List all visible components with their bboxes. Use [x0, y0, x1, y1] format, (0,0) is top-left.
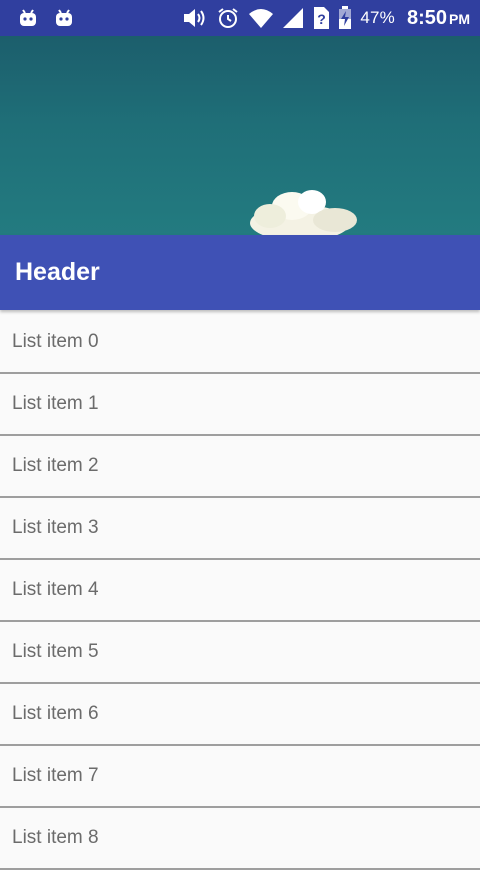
list-item[interactable]: List item 5	[0, 622, 480, 684]
header-title: Header	[15, 258, 100, 286]
status-right-icons: ? 47% 8:50 PM	[182, 6, 480, 30]
clock: 8:50 PM	[407, 7, 470, 30]
list-item-label: List item 7	[12, 765, 99, 786]
list-item-label: List item 3	[12, 517, 99, 538]
list-item[interactable]: List item 8	[0, 808, 480, 870]
alarm-icon	[216, 6, 240, 30]
list-item-label: List item 6	[12, 703, 99, 724]
list-item-label: List item 1	[12, 393, 99, 414]
list-item[interactable]: List item 6	[0, 684, 480, 746]
list-item[interactable]: List item 1	[0, 374, 480, 436]
status-bar: ? 47% 8:50 PM	[0, 0, 480, 36]
svg-text:?: ?	[318, 11, 327, 27]
list-item[interactable]: List item 0	[0, 312, 480, 374]
no-sim-icon: ?	[312, 6, 330, 30]
list-item[interactable]: List item 2	[0, 436, 480, 498]
battery-charging-icon	[338, 6, 352, 30]
list-item-label: List item 8	[12, 827, 99, 848]
header-bar: Header	[0, 235, 480, 310]
list-item-label: List item 4	[12, 579, 99, 600]
cloud-icon	[250, 190, 357, 235]
signal-icon	[282, 7, 304, 29]
status-left-icons	[0, 9, 74, 27]
list-item[interactable]: List item 3	[0, 498, 480, 560]
list-item-label: List item 0	[12, 331, 99, 352]
wifi-icon	[248, 7, 274, 29]
hero-image	[0, 36, 480, 235]
list-item[interactable]: List item 7	[0, 746, 480, 808]
list-item[interactable]: List item 4	[0, 560, 480, 622]
volume-icon	[182, 6, 208, 30]
android-icon	[54, 9, 74, 27]
list-item-label: List item 2	[12, 455, 99, 476]
clock-ampm: PM	[449, 10, 470, 27]
list-item-label: List item 5	[12, 641, 99, 662]
battery-percent: 47%	[360, 8, 395, 27]
android-icon	[18, 9, 38, 27]
list: List item 0 List item 1 List item 2 List…	[0, 312, 480, 870]
clock-time: 8:50	[406, 6, 447, 29]
